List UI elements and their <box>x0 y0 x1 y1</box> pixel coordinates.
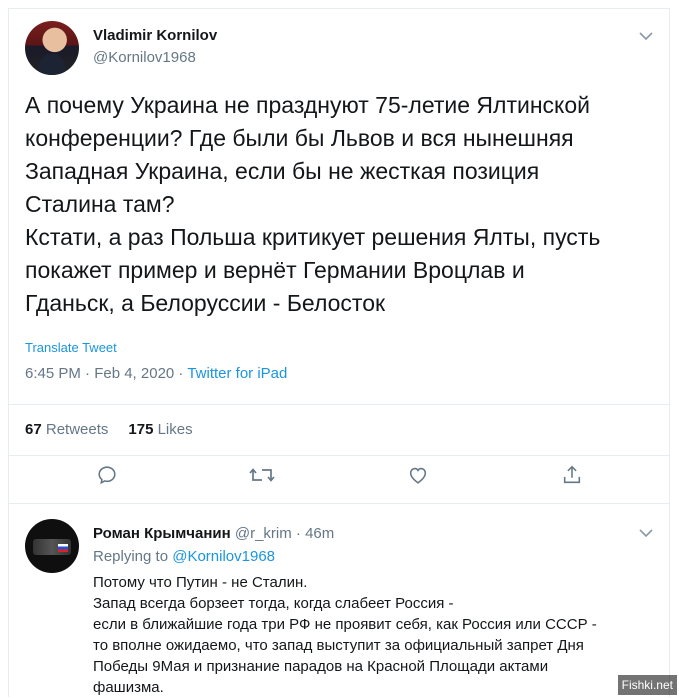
chevron-down-icon[interactable] <box>639 528 653 538</box>
author-avatar[interactable] <box>25 21 79 75</box>
divider <box>9 503 669 504</box>
chevron-down-icon[interactable] <box>639 31 653 41</box>
divider <box>9 404 669 405</box>
replying-to: Replying to @Kornilov1968 <box>93 548 276 565</box>
tweet-source[interactable]: Twitter for iPad <box>187 365 287 382</box>
reply-author-avatar[interactable] <box>25 519 79 573</box>
reply-text: Потому что Путин - не Сталин. Запад всег… <box>93 574 597 696</box>
tweet-meta: 6:45 PM · Feb 4, 2020 · Twitter for iPad <box>25 365 287 382</box>
divider <box>9 455 669 456</box>
watermark: Fishki.net <box>617 675 677 695</box>
reply-author-name[interactable]: Роман Крымчанин <box>93 525 231 542</box>
replying-to-link[interactable]: @Kornilov1968 <box>172 548 275 565</box>
translate-tweet-link[interactable]: Translate Tweet <box>25 340 117 355</box>
action-bar <box>9 464 669 496</box>
tweet-text: А почему Украина не празднуют 75-летие Я… <box>25 92 601 316</box>
tweet-stats: 67 Retweets 175 Likes <box>25 421 193 438</box>
author-handle[interactable]: @Kornilov1968 <box>93 49 196 66</box>
retweets-stat[interactable]: 67 Retweets <box>25 421 108 438</box>
share-icon[interactable] <box>561 464 589 492</box>
reply-author-handle[interactable]: @r_krim · 46m <box>235 525 334 542</box>
reply-header: Роман Крымчанин @r_krim · 46m <box>93 525 334 542</box>
tweet-card: Vladimir Kornilov @Kornilov1968 А почему… <box>8 8 670 697</box>
author-name[interactable]: Vladimir Kornilov <box>93 27 217 44</box>
reply-icon[interactable] <box>96 464 124 492</box>
like-icon[interactable] <box>407 464 435 492</box>
retweet-icon[interactable] <box>249 464 277 492</box>
tweet-timestamp[interactable]: 6:45 PM · Feb 4, 2020 · <box>25 365 187 382</box>
likes-stat[interactable]: 175 Likes <box>128 421 192 438</box>
